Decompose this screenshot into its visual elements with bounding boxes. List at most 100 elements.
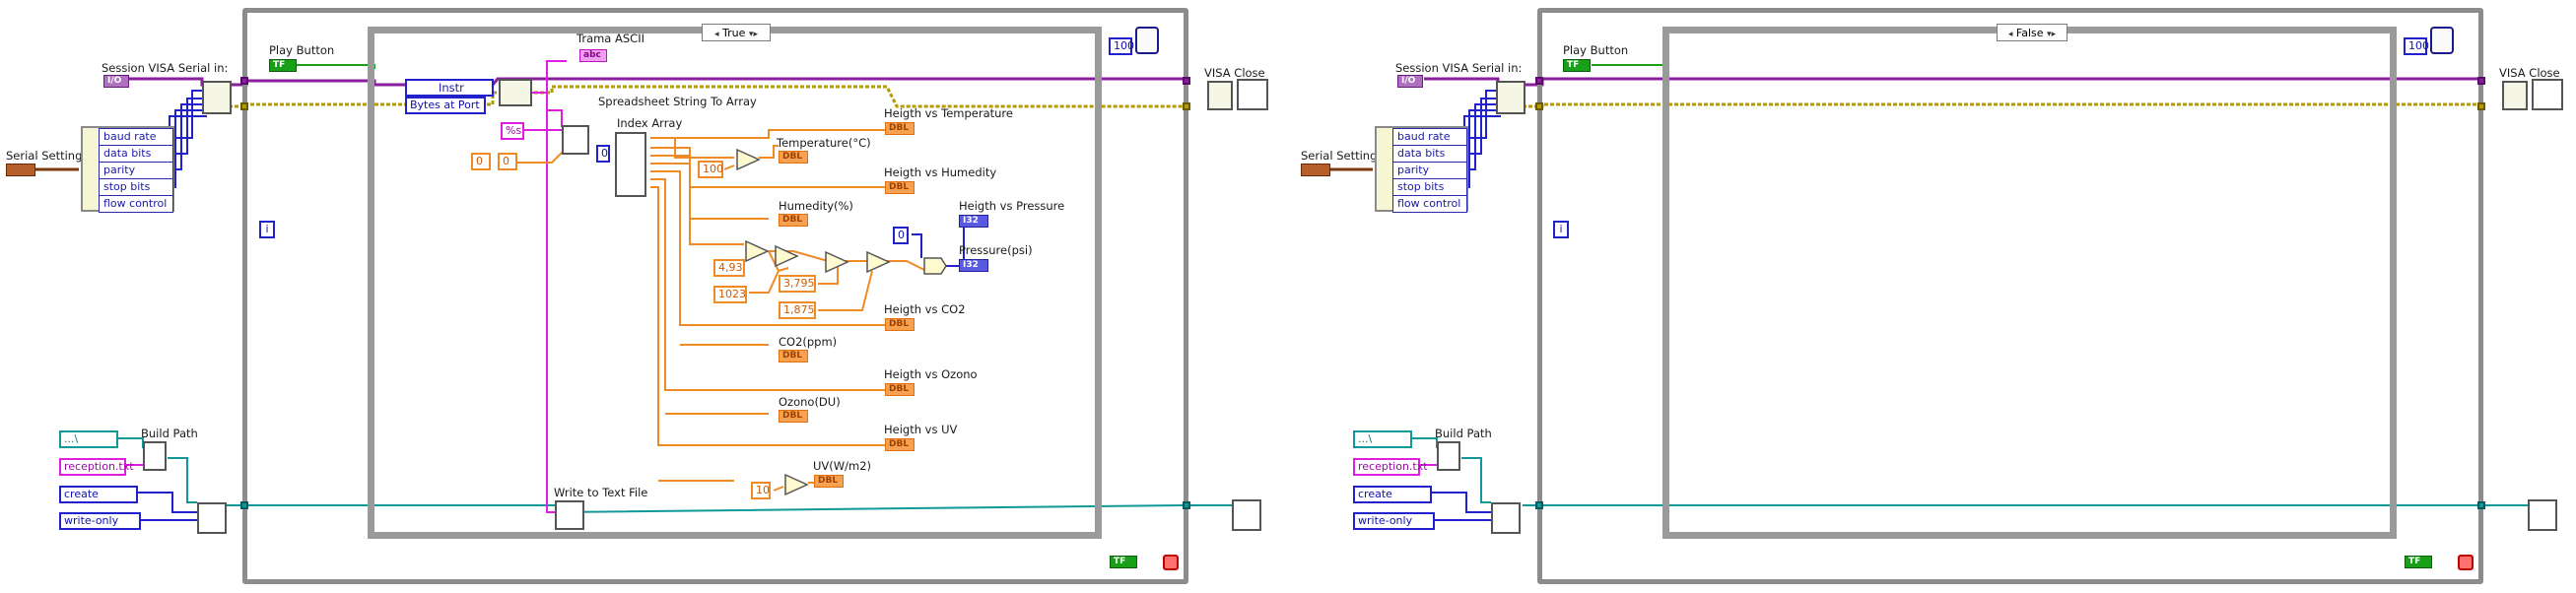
serial-item-flow[interactable]: flow control xyxy=(99,195,173,213)
serial-settings-terminal-r[interactable] xyxy=(1301,164,1330,176)
hvuv-indicator: DBL xyxy=(885,438,915,451)
hvp-label: Heigth vs Pressure xyxy=(959,199,1065,213)
const-10[interactable]: 10 xyxy=(751,482,771,499)
iteration-terminal-r: i xyxy=(1553,221,1569,238)
serial-settings-terminal[interactable] xyxy=(6,164,35,176)
const-3-795[interactable]: 3,795 xyxy=(779,275,816,293)
stop-terminal-r[interactable]: TF xyxy=(2405,556,2432,568)
case-selector-left[interactable]: ◂ True ▾▸ xyxy=(702,24,771,41)
zero-constant-b[interactable]: 0 xyxy=(498,153,517,170)
hvh-indicator: DBL xyxy=(885,181,915,194)
tunnel xyxy=(2477,77,2485,85)
build-path-node[interactable] xyxy=(143,441,167,471)
visa-close-node-r[interactable] xyxy=(2502,81,2528,110)
const-1023[interactable]: 1023 xyxy=(713,286,747,303)
serial-item-parity[interactable]: parity xyxy=(99,162,173,179)
temperature-indicator: DBL xyxy=(779,151,808,164)
hvuv-label: Heigth vs UV xyxy=(884,423,958,436)
path-constant-r[interactable]: ...\ xyxy=(1353,430,1412,448)
tunnel xyxy=(1183,501,1190,509)
const-4-93[interactable]: 4,93 xyxy=(713,259,745,277)
serial-settings-label: Serial Settings xyxy=(6,149,89,163)
stop-condition-r[interactable] xyxy=(2458,555,2474,570)
serial-item-stopbits[interactable]: stop bits xyxy=(99,178,173,196)
filename-constant[interactable]: reception.txt xyxy=(59,458,134,476)
format-constant[interactable]: %s xyxy=(501,122,524,140)
path-wire xyxy=(118,437,144,448)
tunnel xyxy=(1183,77,1190,85)
hvozono-indicator: DBL xyxy=(885,383,915,396)
uv-label: UV(W/m2) xyxy=(813,459,872,473)
iteration-terminal: i xyxy=(259,221,275,238)
spreadsheet-node[interactable] xyxy=(562,125,589,155)
play-button-label: Play Button xyxy=(269,43,335,57)
tunnel xyxy=(1183,102,1190,110)
pressure-label: Pressure(psi) xyxy=(959,243,1033,257)
build-path-node-r[interactable] xyxy=(1437,441,1460,471)
visa-close-node[interactable] xyxy=(1207,81,1233,110)
hvt-indicator: DBL xyxy=(885,122,915,135)
trama-ascii-label: Trama ASCII xyxy=(576,32,644,45)
path-constant[interactable]: ...\ xyxy=(59,430,118,448)
hvp-indicator: I32 xyxy=(959,215,988,228)
index-constant[interactable]: 0 xyxy=(596,145,610,163)
const-1-875[interactable]: 1,875 xyxy=(779,301,816,319)
serial-item-baud[interactable]: baud rate xyxy=(99,128,173,146)
tunnel xyxy=(240,77,248,85)
play-button-terminal[interactable]: TF xyxy=(269,59,297,72)
co2-label: CO2(ppm) xyxy=(779,335,838,349)
zero-constant-a[interactable]: 0 xyxy=(471,153,491,170)
visa-session-terminal[interactable]: I/O xyxy=(103,75,129,88)
wait-ms-constant[interactable]: 100 xyxy=(1109,37,1134,55)
index-array-node[interactable] xyxy=(615,132,646,197)
open-file-node-r[interactable] xyxy=(1491,502,1521,534)
open-file-node[interactable] xyxy=(197,502,227,534)
visa-configure-node[interactable] xyxy=(202,81,232,114)
build-path-label-r: Build Path xyxy=(1435,427,1492,440)
visa-session-terminal-r[interactable]: I/O xyxy=(1397,75,1423,88)
serial-item-parity-r[interactable]: parity xyxy=(1392,162,1467,179)
visa-close-label-r: VISA Close xyxy=(2499,66,2560,80)
serial-item-stopbits-r[interactable]: stop bits xyxy=(1392,178,1467,196)
temperature-label: Temperature(°C) xyxy=(777,136,871,150)
zero-pressure-constant[interactable]: 0 xyxy=(893,227,909,244)
const-100[interactable]: 100 xyxy=(698,161,723,178)
tunnel xyxy=(240,501,248,509)
create-constant[interactable]: create xyxy=(59,486,138,503)
serial-item-databits[interactable]: data bits xyxy=(99,145,173,163)
hvco2-label: Heigth vs CO2 xyxy=(884,302,966,316)
serial-item-databits-r[interactable]: data bits xyxy=(1392,145,1467,163)
close-file-node-r[interactable] xyxy=(2528,499,2557,531)
serial-item-baud-r[interactable]: baud rate xyxy=(1392,128,1467,146)
write-only-constant-r[interactable]: write-only xyxy=(1353,512,1435,530)
visa-configure-node-r[interactable] xyxy=(1496,81,1525,114)
create-constant-r[interactable]: create xyxy=(1353,486,1432,503)
uv-indicator: DBL xyxy=(814,475,844,488)
serial-item-flow-r[interactable]: flow control xyxy=(1392,195,1467,213)
path-wire-r xyxy=(1412,437,1438,448)
bytes-at-port[interactable]: Bytes at Port xyxy=(405,97,486,114)
tunnel xyxy=(1535,77,1543,85)
trama-ascii-terminal[interactable]: abc xyxy=(579,49,607,62)
play-button-terminal-r[interactable]: TF xyxy=(1563,59,1591,72)
instr-label: Instr xyxy=(439,81,464,95)
session-label: Session VISA Serial in: xyxy=(102,61,229,75)
write-text-node[interactable] xyxy=(555,500,584,530)
error-handler-node-r[interactable] xyxy=(2532,79,2563,110)
block-diagram: ◂ True ▾▸ Session VISA Serial in: I/O Pl… xyxy=(0,0,2576,593)
stop-terminal[interactable]: TF xyxy=(1110,556,1137,568)
case-selector-right[interactable]: ◂ False ▾▸ xyxy=(1997,24,2068,41)
ozono-indicator: DBL xyxy=(779,410,808,423)
close-file-node[interactable] xyxy=(1232,499,1261,531)
wait-node-r[interactable] xyxy=(2430,27,2454,54)
humidity-label: Humedity(%) xyxy=(779,199,853,213)
write-only-constant[interactable]: write-only xyxy=(59,512,141,530)
tunnel xyxy=(1535,501,1543,509)
error-handler-node[interactable] xyxy=(1237,79,1268,110)
stop-condition[interactable] xyxy=(1163,555,1179,570)
wait-node[interactable] xyxy=(1135,27,1159,54)
filename-constant-r[interactable]: reception.txt xyxy=(1353,458,1428,476)
case-structure-right xyxy=(1662,27,2397,539)
visa-read-function[interactable] xyxy=(499,79,532,106)
wait-ms-constant-r[interactable]: 100 xyxy=(2404,37,2429,55)
